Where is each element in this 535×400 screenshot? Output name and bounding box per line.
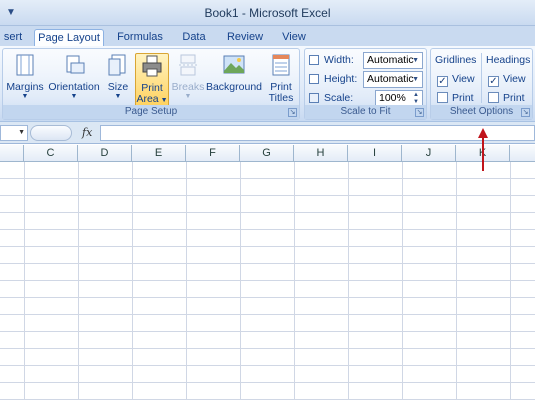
tab-data[interactable]: Data xyxy=(176,29,212,46)
ribbon-tabs: sert Page Layout Formulas Data Review Vi… xyxy=(0,26,535,46)
checkbox-unchecked-icon xyxy=(488,92,499,103)
sheet-options-dialog-launcher-icon[interactable]: ↘ xyxy=(521,108,530,117)
scale-to-fit-group-label: Scale to Fit xyxy=(305,105,426,119)
formula-bar-expander[interactable] xyxy=(30,125,72,141)
tab-page-layout[interactable]: Page Layout xyxy=(34,29,104,46)
print-area-button[interactable]: Print Area ▼ xyxy=(135,53,169,107)
gridlines-view-checkbox[interactable]: ✓ View xyxy=(437,71,475,87)
tab-review[interactable]: Review xyxy=(222,29,268,46)
page-setup-group: Margins ▼ Orientation ▼ Size ▼ Print Area ▼… xyxy=(2,48,300,120)
column-header-c[interactable]: C xyxy=(24,145,78,162)
sheet-options-group: Gridlines Headings ✓ View Print ✓ View Pri… xyxy=(430,48,533,120)
height-icon xyxy=(309,74,319,84)
width-label: Width: xyxy=(324,54,354,66)
page-breaks-icon xyxy=(179,54,197,76)
column-header-f[interactable]: F xyxy=(186,145,240,162)
title-bar: ▼ Book1 - Microsoft Excel xyxy=(0,0,535,26)
margins-button[interactable]: Margins ▼ xyxy=(5,53,45,100)
chevron-down-icon: ▼ xyxy=(412,76,419,83)
sheet-options-group-label: Sheet Options xyxy=(431,105,532,119)
window-title: Book1 - Microsoft Excel xyxy=(204,6,331,20)
gridlines-print-checkbox[interactable]: Print xyxy=(437,90,474,106)
scale-label: Scale: xyxy=(324,92,354,104)
size-button[interactable]: Size ▼ xyxy=(103,53,133,100)
column-header-d[interactable]: D xyxy=(78,145,132,162)
column-header-e[interactable]: E xyxy=(132,145,186,162)
column-header-g[interactable]: G xyxy=(240,145,294,162)
headings-header: Headings xyxy=(486,54,531,66)
column-headers: C D E F G H I J K xyxy=(0,145,535,162)
chevron-down-icon: ▼ xyxy=(412,57,419,64)
column-header-i[interactable]: I xyxy=(348,145,402,162)
group-divider xyxy=(481,53,482,103)
page-size-icon xyxy=(108,54,126,76)
column-header-j[interactable]: J xyxy=(402,145,456,162)
checkbox-checked-icon: ✓ xyxy=(488,76,499,87)
orientation-button[interactable]: Orientation ▼ xyxy=(45,53,103,100)
width-dropdown[interactable]: Automatic ▼ xyxy=(363,52,423,69)
page-setup-group-label: Page Setup xyxy=(3,105,299,119)
print-titles-icon xyxy=(272,54,290,76)
page-setup-dialog-launcher-icon[interactable]: ↘ xyxy=(288,108,297,117)
spinner-arrows-icon[interactable]: ▲ ▼ xyxy=(413,92,419,106)
orientation-icon xyxy=(66,55,85,74)
insert-function-icon[interactable]: fx xyxy=(82,126,92,139)
column-header-h[interactable]: H xyxy=(294,145,348,162)
select-all-corner[interactable] xyxy=(0,145,24,162)
scale-to-fit-group: Width: Automatic ▼ Height: Automatic ▼ Sca… xyxy=(304,48,427,120)
worksheet-grid[interactable] xyxy=(0,162,535,400)
checkbox-unchecked-icon xyxy=(437,92,448,103)
headings-print-checkbox[interactable]: Print xyxy=(488,90,525,106)
checkbox-checked-icon: ✓ xyxy=(437,76,448,87)
scale-icon xyxy=(309,93,319,103)
background-button[interactable]: Background xyxy=(205,53,263,93)
tab-formulas[interactable]: Formulas xyxy=(112,29,168,46)
headings-view-checkbox[interactable]: ✓ View xyxy=(488,71,526,87)
column-header-partial[interactable] xyxy=(510,145,535,162)
ribbon: Margins ▼ Orientation ▼ Size ▼ Print Area ▼… xyxy=(0,46,535,122)
tab-view[interactable]: View xyxy=(276,29,312,46)
height-dropdown[interactable]: Automatic ▼ xyxy=(363,71,423,88)
printer-icon xyxy=(142,55,162,77)
background-image-icon xyxy=(223,55,245,74)
annotation-arrow-icon xyxy=(478,128,488,171)
formula-input[interactable] xyxy=(100,125,535,141)
tab-insert[interactable]: sert xyxy=(0,29,26,46)
width-icon xyxy=(309,55,319,65)
formula-bar: ▼ fx xyxy=(0,122,535,144)
scale-to-fit-dialog-launcher-icon[interactable]: ↘ xyxy=(415,108,424,117)
print-titles-button[interactable]: Print Titles xyxy=(265,53,297,104)
breaks-button[interactable]: Breaks ▼ xyxy=(171,53,205,100)
margins-icon xyxy=(16,54,34,76)
name-box[interactable]: ▼ xyxy=(0,125,28,141)
height-label: Height: xyxy=(324,73,358,85)
gridlines-header: Gridlines xyxy=(435,54,477,66)
